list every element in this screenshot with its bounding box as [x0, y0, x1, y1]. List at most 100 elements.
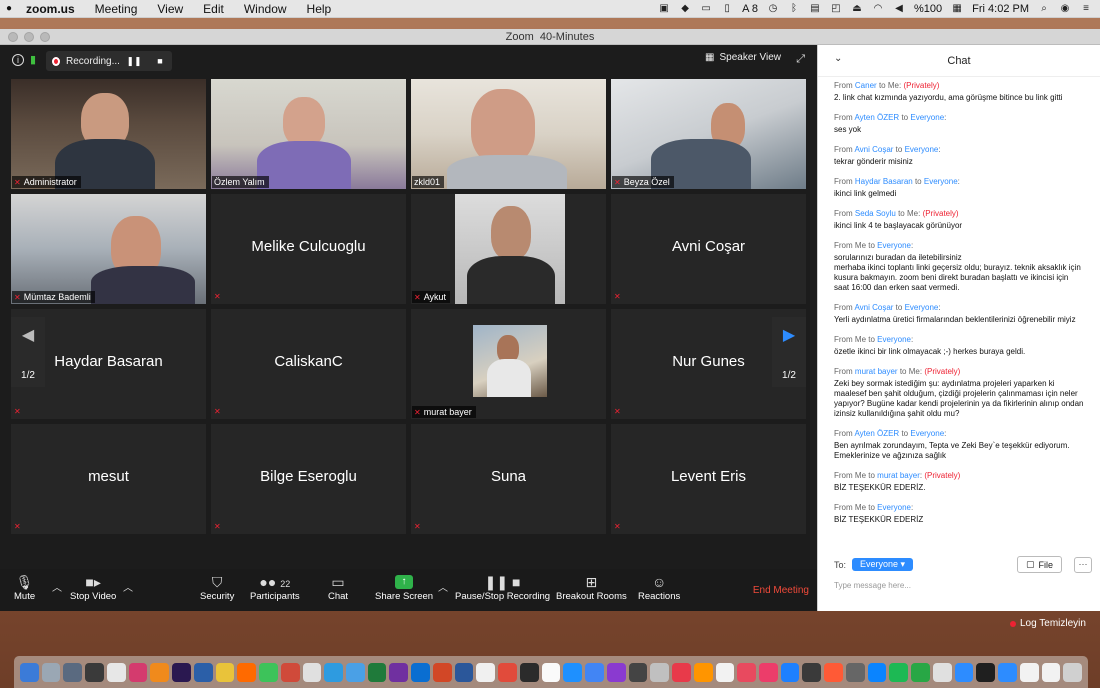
- stop-recording-icon[interactable]: ■: [152, 56, 168, 66]
- dock-app-icon[interactable]: [237, 662, 257, 682]
- dock-app-icon[interactable]: [693, 662, 713, 682]
- dock-app-icon[interactable]: [1019, 662, 1039, 682]
- dock-app-icon[interactable]: [476, 662, 496, 682]
- dock-app-icon[interactable]: [1063, 662, 1082, 682]
- app-menu[interactable]: zoom.us: [16, 2, 85, 16]
- dock-app-icon[interactable]: [432, 662, 452, 682]
- dock-app-icon[interactable]: [932, 662, 952, 682]
- dock-app-icon[interactable]: [106, 662, 126, 682]
- participant-tile[interactable]: mesut ✕: [11, 424, 206, 534]
- notification-center-icon[interactable]: ≡: [1080, 3, 1092, 14]
- chevron-down-icon[interactable]: ⌄: [834, 53, 842, 64]
- info-icon[interactable]: i: [12, 54, 24, 66]
- dock-app-icon[interactable]: [1041, 662, 1061, 682]
- minimize-window-button[interactable]: [24, 32, 34, 42]
- zoom-window-button[interactable]: [40, 32, 50, 42]
- fullscreen-icon[interactable]: ⤢: [796, 53, 805, 66]
- dock-app-icon[interactable]: [672, 662, 691, 682]
- participant-tile[interactable]: Suna ✕: [411, 424, 606, 534]
- participants-button[interactable]: ●● 22 Participants: [250, 573, 300, 602]
- siri-icon[interactable]: ◉: [1059, 3, 1071, 14]
- dock-app-icon[interactable]: [41, 662, 61, 682]
- dock-app-icon[interactable]: [346, 662, 365, 682]
- dock-app-icon[interactable]: [715, 662, 735, 682]
- next-page-button[interactable]: ▶ 1/2: [772, 317, 806, 387]
- dock-app-icon[interactable]: [215, 662, 235, 682]
- recipient-dropdown[interactable]: Everyone ▾: [852, 558, 914, 571]
- dropbox-icon[interactable]: ◆: [679, 3, 691, 14]
- dock-app-icon[interactable]: [367, 662, 387, 682]
- previous-page-button[interactable]: ◀ 1/2: [11, 317, 45, 387]
- dock-app-icon[interactable]: [541, 662, 561, 682]
- adobe-status[interactable]: A 8: [742, 3, 758, 15]
- dock-app-icon[interactable]: [280, 662, 300, 682]
- dock-app-icon[interactable]: [411, 662, 430, 682]
- dock-app-icon[interactable]: [454, 662, 474, 682]
- spotlight-icon[interactable]: ⌕: [1038, 3, 1050, 14]
- speaker-view-button[interactable]: ▦ Speaker View: [705, 52, 781, 63]
- stop-video-button[interactable]: ■▸ Stop Video: [70, 573, 116, 602]
- participant-tile[interactable]: Avni Coşar ✕: [611, 194, 806, 304]
- clock[interactable]: Fri 4:02 PM: [972, 3, 1029, 15]
- video-options-caret[interactable]: ︿: [123, 579, 133, 594]
- dock-app-icon[interactable]: [780, 662, 800, 682]
- reactions-button[interactable]: ☺ Reactions: [638, 573, 680, 602]
- dock-app-icon[interactable]: [259, 662, 278, 682]
- dock-app-icon[interactable]: [845, 662, 865, 682]
- apple-menu-icon[interactable]: ●: [6, 3, 16, 14]
- participant-tile[interactable]: ✕ Mümtaz Bademli: [11, 194, 206, 304]
- audio-options-caret[interactable]: ︿: [52, 579, 62, 594]
- dock-app-icon[interactable]: [628, 662, 648, 682]
- share-options-caret[interactable]: ︿: [438, 579, 448, 594]
- dock-app-icon[interactable]: [193, 662, 213, 682]
- menu-meeting[interactable]: Meeting: [85, 2, 148, 16]
- bluetooth-icon[interactable]: ᛒ: [788, 3, 800, 14]
- chat-button[interactable]: ▭ Chat: [328, 573, 348, 602]
- participant-tile-active-speaker[interactable]: zkld01: [411, 79, 606, 189]
- display-icon[interactable]: ▭: [700, 3, 712, 14]
- participant-tile[interactable]: ✕ Beyza Özel: [611, 79, 806, 189]
- dock-app-icon[interactable]: [389, 662, 409, 682]
- vpn-icon[interactable]: ▤: [809, 3, 821, 14]
- mute-button[interactable]: 🎙︎ Mute: [14, 573, 35, 602]
- participant-tile[interactable]: Levent Eris ✕: [611, 424, 806, 534]
- dock-app-icon[interactable]: [85, 662, 104, 682]
- end-meeting-button[interactable]: End Meeting: [753, 585, 809, 596]
- pause-recording-icon[interactable]: ❚❚: [126, 56, 142, 67]
- dock-app-icon[interactable]: [758, 662, 778, 682]
- more-options-button[interactable]: ···: [1074, 556, 1092, 573]
- dock-app-icon[interactable]: [998, 662, 1017, 682]
- menu-edit[interactable]: Edit: [193, 2, 234, 16]
- menu-help[interactable]: Help: [297, 2, 342, 16]
- dock-app-icon[interactable]: [563, 662, 583, 682]
- dock-app-icon[interactable]: [585, 662, 604, 682]
- dock-app-icon[interactable]: [20, 662, 39, 682]
- participant-tile[interactable]: Bilge Eseroglu ✕: [211, 424, 406, 534]
- wifi-icon[interactable]: ◠: [872, 3, 884, 14]
- menu-window[interactable]: Window: [234, 2, 297, 16]
- participant-tile[interactable]: ✕ murat bayer: [411, 309, 606, 419]
- dock-app-icon[interactable]: [150, 662, 170, 682]
- dock-app-icon[interactable]: [650, 662, 670, 682]
- dock-app-icon[interactable]: [911, 662, 930, 682]
- dock-app-icon[interactable]: [172, 662, 191, 682]
- airplay-icon[interactable]: ⏏: [851, 3, 863, 14]
- participant-tile[interactable]: Melike Culcuoglu ✕: [211, 194, 406, 304]
- participant-tile[interactable]: CaliskanC ✕: [211, 309, 406, 419]
- dock-app-icon[interactable]: [606, 662, 626, 682]
- security-button[interactable]: ⛉ Security: [200, 573, 234, 602]
- dock-app-icon[interactable]: [976, 662, 996, 682]
- dock-app-icon[interactable]: [128, 662, 148, 682]
- battery-status[interactable]: %100: [914, 3, 942, 15]
- tablet-icon[interactable]: ▯: [721, 3, 733, 14]
- share-screen-button[interactable]: ↑ Share Screen: [375, 573, 433, 602]
- dock-app-icon[interactable]: [889, 662, 909, 682]
- close-window-button[interactable]: [8, 32, 18, 42]
- menu-view[interactable]: View: [147, 2, 193, 16]
- dock-app-icon[interactable]: [324, 662, 344, 682]
- dock-app-icon[interactable]: [954, 662, 974, 682]
- volume-icon[interactable]: ◀: [893, 3, 905, 14]
- breakout-rooms-button[interactable]: ⊞ Breakout Rooms: [556, 573, 627, 602]
- flag-icon[interactable]: ▦: [951, 3, 963, 14]
- time-machine-icon[interactable]: ◷: [767, 3, 779, 14]
